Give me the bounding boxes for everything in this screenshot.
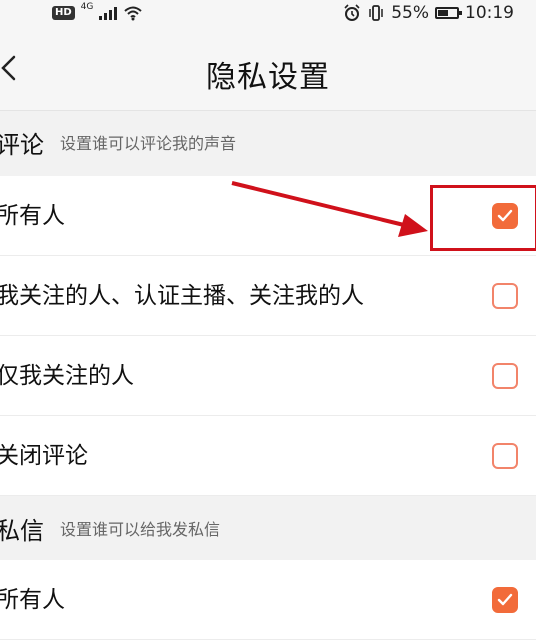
annotation-arrow bbox=[231, 181, 428, 237]
annotation-highlight-box bbox=[430, 185, 536, 251]
